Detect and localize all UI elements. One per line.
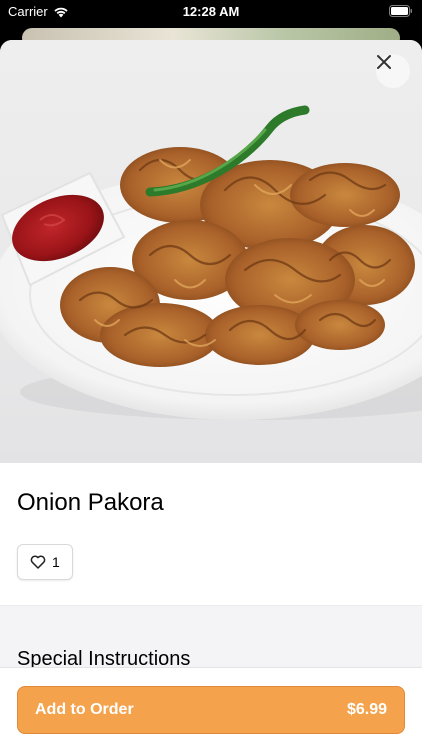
add-to-order-label: Add to Order	[35, 701, 134, 718]
status-time: 12:28 AM	[182, 4, 240, 19]
heart-icon	[30, 555, 46, 569]
battery-icon	[389, 5, 413, 20]
add-to-order-button[interactable]: Add to Order $6.99	[17, 686, 405, 734]
status-bar: Carrier 12:28 AM	[0, 0, 422, 24]
close-icon	[377, 55, 391, 69]
item-photo	[0, 40, 422, 463]
onion-pakora-photo	[0, 105, 422, 420]
item-title: Onion Pakora	[17, 489, 164, 516]
like-button[interactable]: 1	[17, 544, 73, 580]
price-label: $6.99	[346, 701, 387, 718]
like-count: 1	[52, 554, 60, 570]
section-divider	[0, 605, 422, 645]
item-detail-sheet: Onion Pakora 1 Special Instructions Add …	[0, 40, 422, 750]
close-button[interactable]	[376, 54, 410, 88]
bottom-action-bar: Add to Order $6.99	[0, 667, 422, 750]
